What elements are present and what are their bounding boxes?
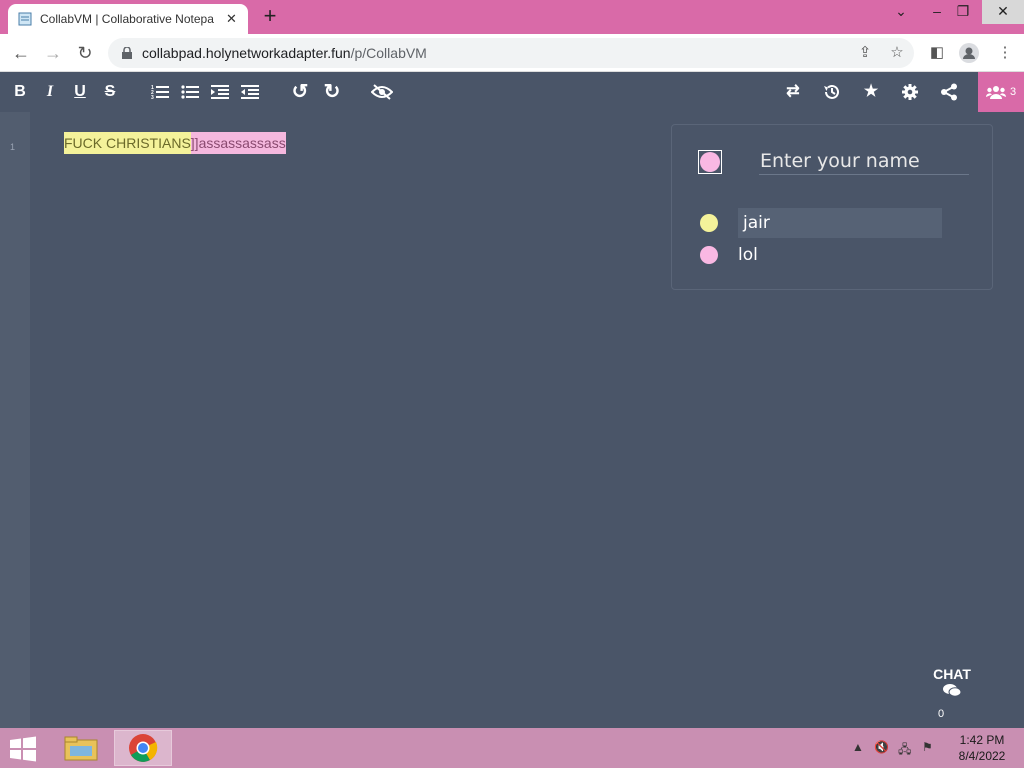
notepad-favicon-icon — [18, 12, 32, 26]
omnibox[interactable]: collabpad.holynetworkadapter.fun/p/Colla… — [108, 38, 914, 68]
network-icon[interactable]: 🖧 — [898, 740, 911, 761]
back-icon[interactable]: ← — [8, 40, 34, 66]
svg-text:3: 3 — [151, 95, 154, 100]
browser-tab[interactable]: CollabVM | Collaborative Notepa ✕ — [8, 4, 248, 34]
user-color-dot — [700, 214, 718, 232]
chat-label: CHAT — [933, 666, 971, 682]
users-panel: jair lol — [671, 124, 993, 290]
chat-count: 0 — [938, 708, 945, 720]
user-name: jair — [738, 208, 942, 238]
ordered-list-icon[interactable]: 123 — [148, 80, 172, 104]
bookmark-star-icon[interactable]: ☆ — [884, 40, 910, 66]
menu-kebab-icon[interactable]: ⋮ — [992, 40, 1018, 66]
undo-icon[interactable]: ↺ — [288, 80, 312, 104]
import-export-icon[interactable]: ⇄ — [781, 80, 805, 104]
file-explorer-icon[interactable] — [52, 730, 110, 766]
italic-icon[interactable]: I — [38, 80, 62, 104]
share-page-icon[interactable]: ⇪ — [852, 40, 878, 66]
tab-close-icon[interactable]: ✕ — [226, 11, 237, 27]
restore-button[interactable]: ❐ — [946, 0, 980, 24]
new-tab-button[interactable]: + — [258, 4, 282, 28]
user-count: 3 — [1009, 86, 1017, 98]
line-number-gutter: 1 — [0, 112, 30, 728]
my-name-input[interactable] — [759, 147, 969, 175]
users-button[interactable]: 3 — [978, 72, 1024, 112]
user-name: lol — [738, 245, 758, 265]
hide-authorship-icon[interactable] — [370, 80, 394, 104]
settings-icon[interactable] — [898, 80, 922, 104]
line-number: 1 — [10, 142, 16, 152]
windows-start-icon[interactable] — [8, 736, 38, 762]
user-list-item[interactable]: jair — [700, 207, 970, 239]
url-host: collabpad.holynetworkadapter.fun — [142, 45, 351, 61]
my-color-picker[interactable] — [698, 150, 722, 174]
tray-expand-icon[interactable]: ▲ — [852, 740, 864, 754]
user-color-dot — [700, 246, 718, 264]
share-icon[interactable] — [937, 80, 961, 104]
outdent-icon[interactable] — [238, 80, 262, 104]
address-bar-row: ← → ↻ collabpad.holynetworkadapter.fun/p… — [0, 34, 1024, 72]
lock-icon — [122, 47, 132, 59]
chat-bubbles-icon — [943, 684, 962, 697]
editor-line[interactable]: FUCK CHRISTIANS]]assassassass — [64, 132, 286, 154]
forward-icon[interactable]: → — [40, 40, 66, 66]
side-panel-icon[interactable]: ◧ — [924, 40, 950, 66]
indent-icon[interactable] — [208, 80, 232, 104]
bold-icon[interactable]: B — [8, 80, 32, 104]
redo-icon[interactable]: ↻ — [320, 80, 344, 104]
timeslider-icon[interactable] — [820, 80, 844, 104]
windows-taskbar: ▲ 🔇 🖧 ⚑ 1:42 PM 8/4/2022 — [0, 728, 1024, 768]
chat-button[interactable]: CHAT 0 — [928, 666, 976, 720]
chrome-taskbar-icon[interactable] — [114, 730, 172, 766]
user-list: jair lol — [700, 207, 970, 271]
underline-icon[interactable]: U — [68, 80, 92, 104]
tab-title: CollabVM | Collaborative Notepa — [40, 12, 214, 26]
my-color-swatch — [700, 152, 720, 172]
strikethrough-icon[interactable]: S — [98, 80, 122, 104]
reload-icon[interactable]: ↻ — [72, 40, 98, 66]
close-window-button[interactable]: ✕ — [982, 0, 1024, 24]
system-clock[interactable]: 1:42 PM 8/4/2022 — [950, 732, 1014, 764]
clock-date: 8/4/2022 — [958, 749, 1006, 763]
author-text-segment[interactable]: ]]assassassass — [190, 132, 286, 154]
url-path: /p/CollabVM — [350, 45, 427, 61]
users-icon — [985, 86, 1006, 99]
clock-time: 1:42 PM — [959, 733, 1005, 747]
profile-avatar-icon[interactable] — [956, 40, 982, 66]
tab-search-icon[interactable]: ⌄ — [884, 0, 918, 24]
star-icon[interactable]: ★ — [859, 80, 883, 104]
browser-titlebar: CollabVM | Collaborative Notepa ✕ + ⌄ – … — [0, 0, 1024, 34]
volume-muted-icon[interactable]: 🔇 — [874, 740, 889, 754]
author-text-segment[interactable]: FUCK CHRISTIANS — [64, 132, 191, 154]
user-list-item[interactable]: lol — [700, 239, 970, 271]
action-center-flag-icon[interactable]: ⚑ — [922, 740, 933, 754]
pad-toolbar: B I U S 123 ↺ ↻ ⇄ ★ 3 — [0, 72, 1024, 112]
unordered-list-icon[interactable] — [178, 80, 202, 104]
